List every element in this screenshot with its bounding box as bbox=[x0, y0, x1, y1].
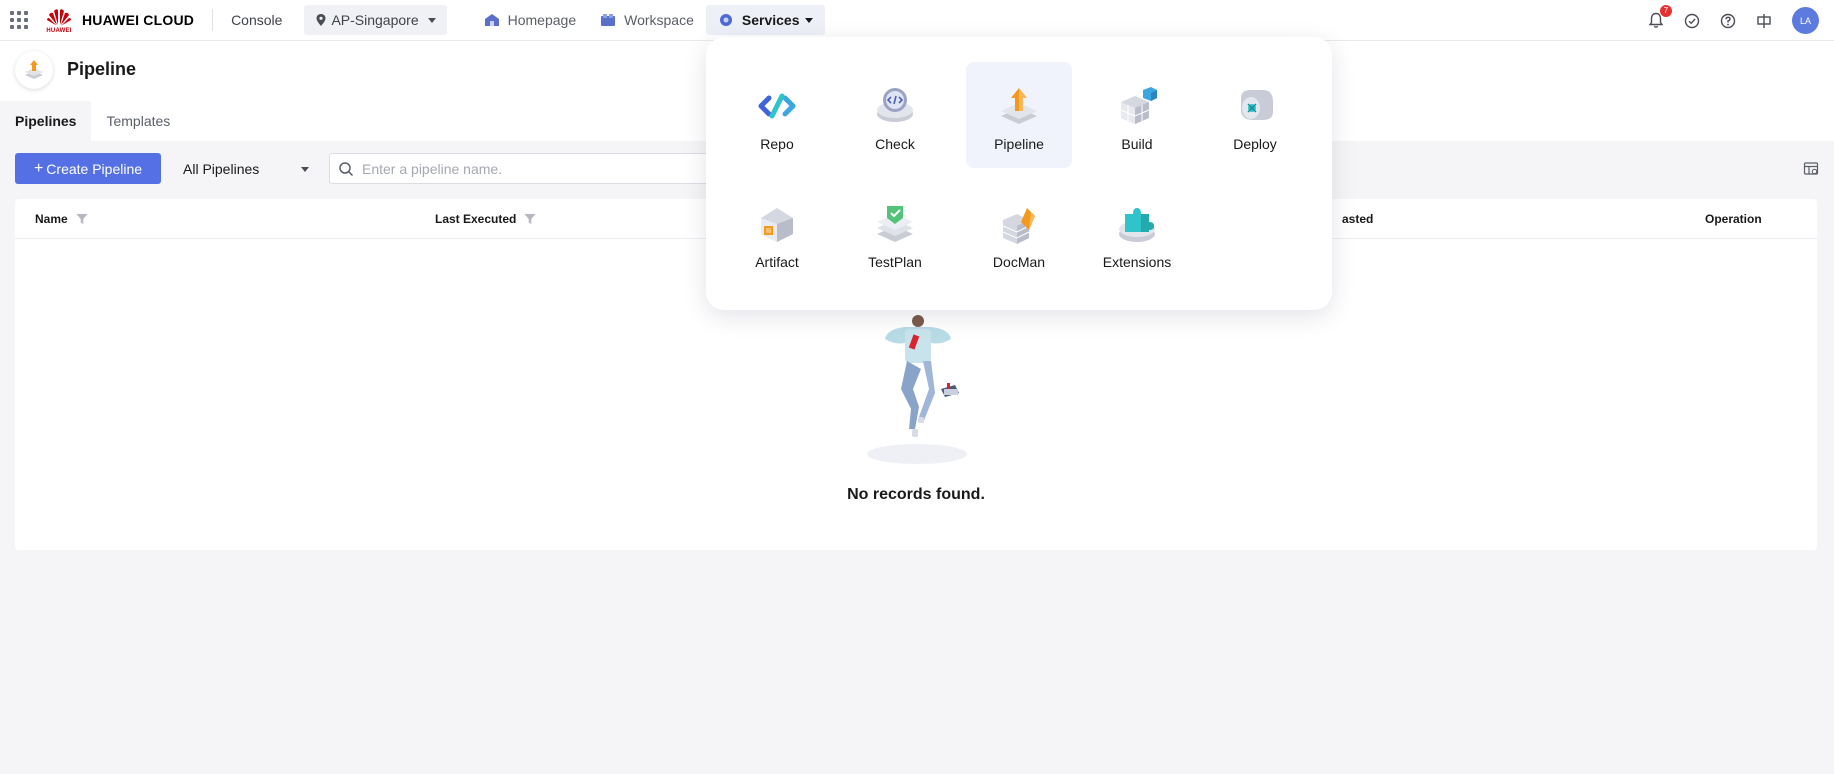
brand-small-text: HUAWEI bbox=[46, 27, 72, 34]
pipeline-search bbox=[329, 153, 729, 184]
service-build[interactable]: Build bbox=[1084, 62, 1190, 168]
build-icon bbox=[1120, 87, 1157, 124]
services-dropdown: Repo Check Pipeline Build Deploy Artifac… bbox=[706, 37, 1332, 310]
service-label: Repo bbox=[760, 136, 794, 152]
service-artifact[interactable]: Artifact bbox=[724, 180, 830, 286]
service-deploy[interactable]: Deploy bbox=[1202, 62, 1308, 168]
pipeline-service-icon bbox=[15, 51, 53, 89]
pipeline-filter-select[interactable]: All Pipelines bbox=[171, 153, 321, 184]
notification-badge: 7 bbox=[1660, 4, 1672, 17]
column-header-name[interactable]: Name bbox=[35, 199, 88, 239]
pipeline-icon bbox=[1001, 88, 1037, 124]
chevron-down-icon bbox=[804, 17, 813, 23]
region-label: AP-Singapore bbox=[331, 12, 419, 28]
service-extensions[interactable]: Extensions bbox=[1084, 180, 1190, 286]
search-input[interactable] bbox=[362, 160, 702, 177]
artifact-icon bbox=[761, 208, 793, 242]
service-label: Build bbox=[1121, 136, 1153, 152]
column-header-last-edited[interactable]: asted bbox=[1342, 199, 1373, 239]
page-tabs: Pipelines Templates bbox=[0, 101, 185, 141]
create-pipeline-button[interactable]: + Create Pipeline bbox=[15, 153, 161, 184]
service-label: Artifact bbox=[755, 254, 799, 270]
console-link[interactable]: Console bbox=[231, 0, 282, 41]
notifications-button[interactable]: 7 bbox=[1646, 4, 1672, 31]
chevron-down-icon bbox=[427, 17, 436, 23]
tasks-button[interactable] bbox=[1682, 11, 1702, 31]
home-icon bbox=[484, 14, 499, 26]
help-icon bbox=[1720, 13, 1736, 28]
brand[interactable]: HUAWEI HUAWEI CLOUD bbox=[44, 0, 194, 41]
repo-icon bbox=[758, 93, 796, 119]
plus-icon: + bbox=[33, 159, 44, 177]
services-label: Services bbox=[741, 12, 800, 28]
empty-illustration bbox=[867, 315, 967, 464]
top-navigation-bar: HUAWEI HUAWEI CLOUD Console AP-Singapore… bbox=[0, 0, 1834, 41]
service-label: Pipeline bbox=[994, 136, 1044, 152]
service-label: Check bbox=[875, 136, 915, 152]
homepage-label: Homepage bbox=[507, 12, 577, 28]
column-label: Last Executed bbox=[435, 212, 517, 226]
workspace-link[interactable]: Workspace bbox=[588, 5, 706, 35]
workspace-icon bbox=[601, 14, 616, 26]
search-icon bbox=[339, 161, 354, 176]
service-docman[interactable]: DocMan bbox=[966, 180, 1072, 286]
filter-icon[interactable] bbox=[76, 213, 88, 225]
service-pipeline[interactable]: Pipeline bbox=[966, 62, 1072, 168]
user-avatar[interactable]: LA bbox=[1792, 7, 1819, 34]
service-label: Extensions bbox=[1102, 254, 1172, 270]
location-pin-icon bbox=[316, 14, 326, 26]
service-label: DocMan bbox=[992, 254, 1046, 270]
service-label: Deploy bbox=[1233, 136, 1277, 152]
app-grid-icon[interactable] bbox=[10, 10, 29, 30]
service-label: TestPlan bbox=[868, 254, 922, 270]
workspace-label: Workspace bbox=[624, 12, 694, 28]
services-menu-trigger[interactable]: Services bbox=[705, 5, 825, 35]
column-label: Name bbox=[35, 212, 68, 226]
check-icon bbox=[877, 88, 913, 122]
column-label: Operation bbox=[1705, 212, 1762, 226]
filter-icon[interactable] bbox=[524, 213, 536, 225]
column-header-operation: Operation bbox=[1705, 199, 1762, 239]
topbar-actions: 7 LA bbox=[1630, 0, 1834, 41]
filter-value: All Pipelines bbox=[183, 160, 260, 177]
service-testplan[interactable]: TestPlan bbox=[842, 180, 948, 286]
service-repo[interactable]: Repo bbox=[724, 62, 830, 168]
service-check[interactable]: Check bbox=[842, 62, 948, 168]
table-settings-icon[interactable] bbox=[1803, 161, 1819, 177]
divider bbox=[212, 9, 214, 31]
create-pipeline-label: Create Pipeline bbox=[46, 160, 143, 177]
region-selector[interactable]: AP-Singapore bbox=[304, 5, 447, 35]
tab-pipelines[interactable]: Pipelines bbox=[0, 101, 92, 141]
services-icon bbox=[719, 14, 732, 26]
extensions-icon bbox=[1119, 208, 1155, 242]
language-button[interactable] bbox=[1754, 11, 1774, 31]
huawei-logo-icon: HUAWEI bbox=[44, 4, 74, 36]
chevron-down-icon bbox=[301, 167, 309, 172]
language-icon bbox=[1757, 13, 1771, 28]
page-title: Pipeline bbox=[67, 59, 137, 79]
check-circle-icon bbox=[1684, 13, 1700, 28]
testplan-icon bbox=[877, 206, 913, 242]
tab-templates[interactable]: Templates bbox=[91, 101, 185, 141]
docman-icon bbox=[1002, 208, 1035, 244]
brand-name: HUAWEI CLOUD bbox=[82, 12, 195, 28]
empty-state-text: No records found. bbox=[847, 486, 985, 503]
homepage-link[interactable]: Homepage bbox=[472, 5, 589, 35]
column-header-last-executed[interactable]: Last Executed bbox=[435, 199, 536, 239]
column-label: asted bbox=[1342, 212, 1374, 226]
deploy-icon bbox=[1241, 90, 1273, 120]
help-button[interactable] bbox=[1718, 11, 1738, 31]
